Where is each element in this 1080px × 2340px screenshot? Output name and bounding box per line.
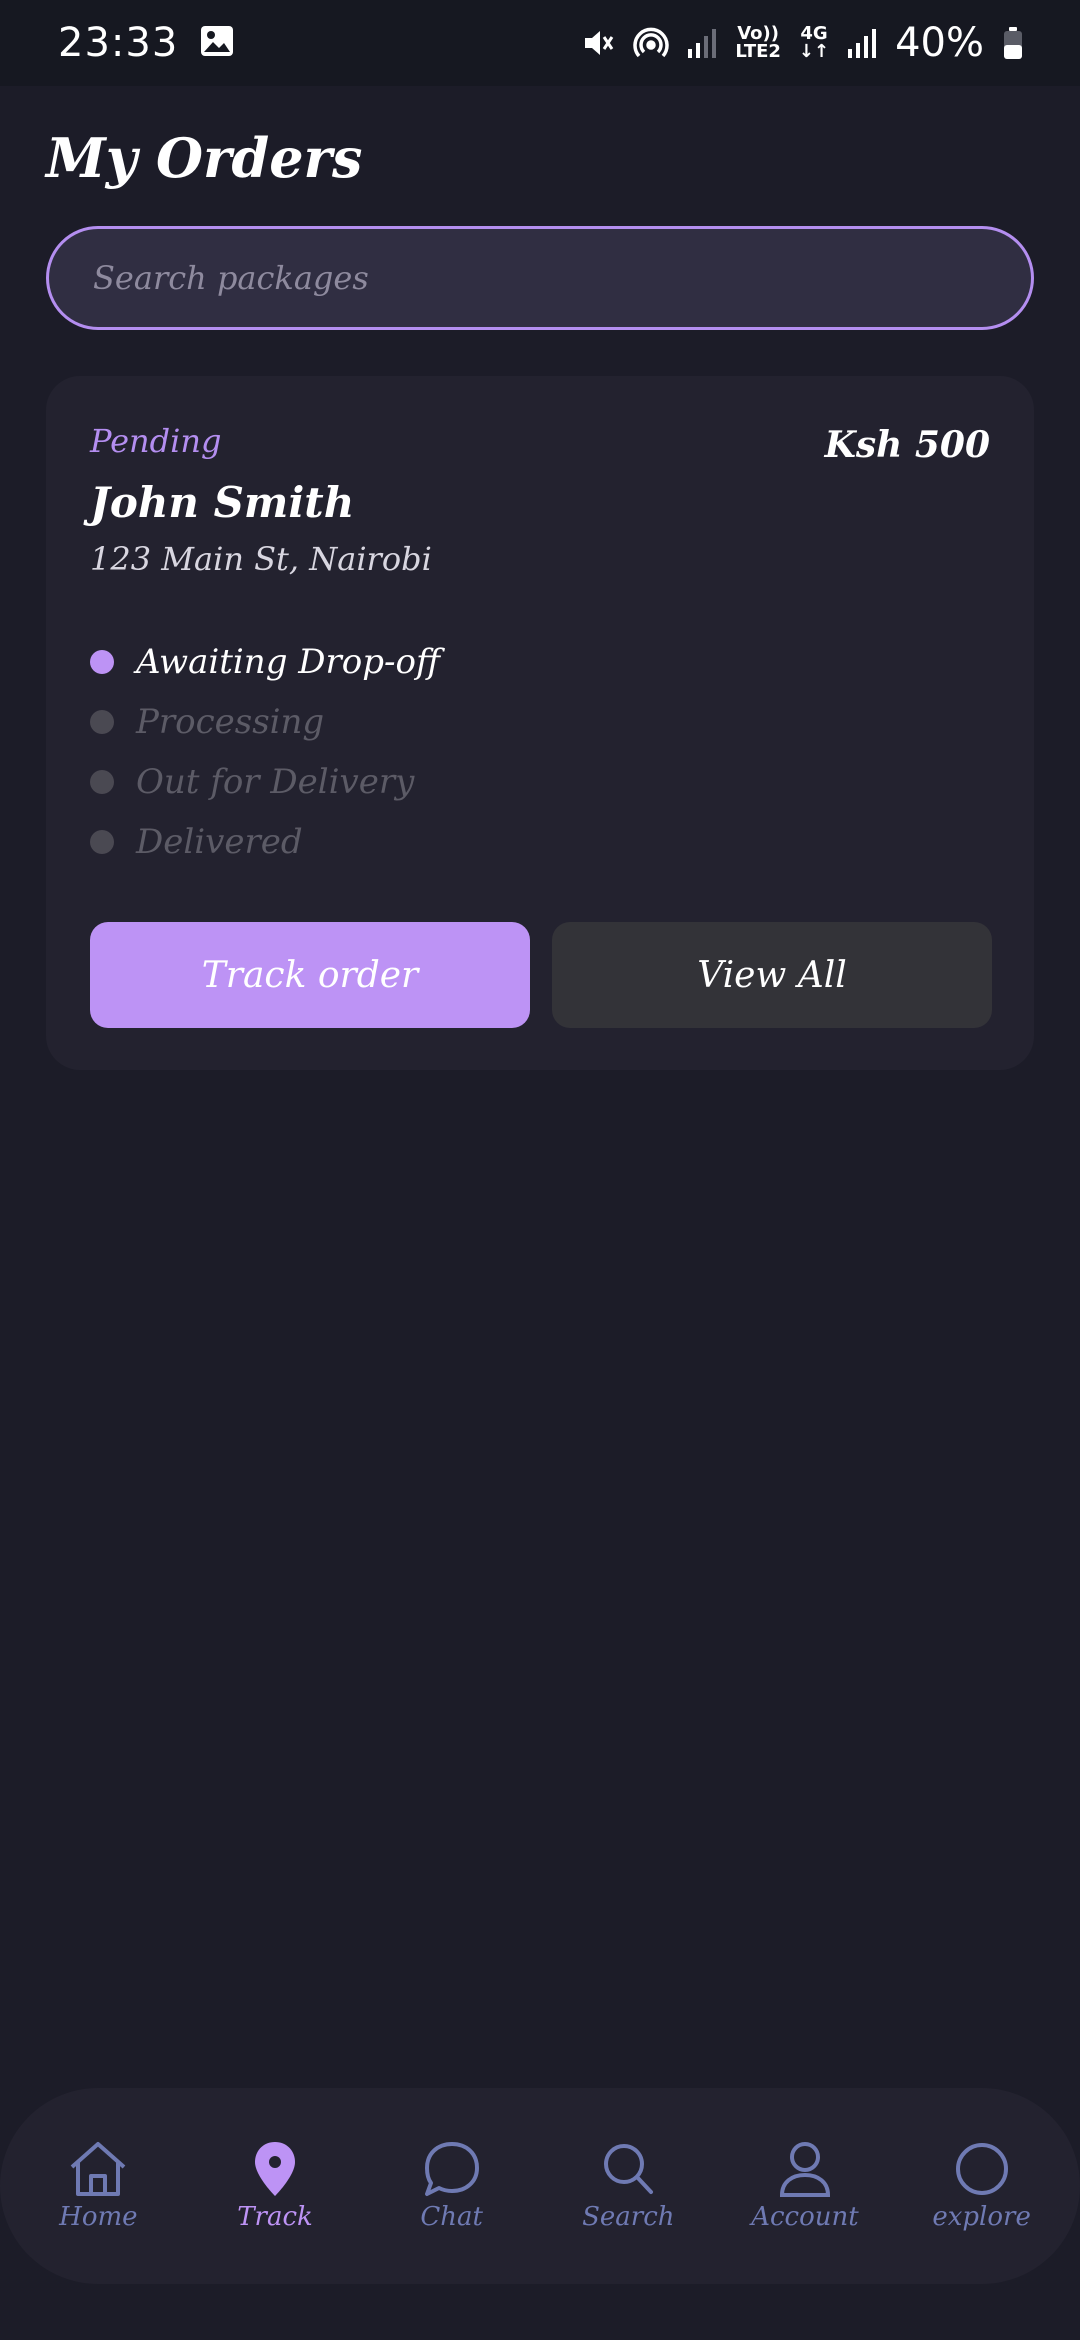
gallery-icon [200, 25, 234, 61]
status-bar: 23:33 Vo)) LTE2 4G ↓↑ 40% [0, 0, 1080, 86]
volte-indicator: Vo)) LTE2 [735, 23, 781, 62]
signal-full-icon [847, 27, 877, 59]
status-time: 23:33 [58, 20, 179, 66]
order-progress-steps: Awaiting Drop-off Processing Out for Del… [90, 632, 440, 872]
step-label: Awaiting Drop-off [136, 642, 441, 682]
progress-step: Awaiting Drop-off [90, 632, 440, 692]
order-price: Ksh 500 [824, 424, 990, 466]
hotspot-icon [633, 25, 670, 61]
nav-label: explore [932, 2202, 1031, 2232]
step-label: Out for Delivery [136, 762, 415, 802]
step-dot-icon [90, 770, 114, 794]
search-bar[interactable] [46, 226, 1034, 330]
location-pin-icon [244, 2140, 306, 2202]
bottom-navigation: Home Track Chat Search Account explore [0, 2088, 1080, 2284]
track-order-button[interactable]: Track order [90, 922, 530, 1028]
nav-label: Account [751, 2202, 859, 2232]
battery-icon [1002, 26, 1024, 60]
view-all-button[interactable]: View All [552, 922, 992, 1028]
network-gen-indicator: 4G ↓↑ [798, 23, 830, 62]
progress-step: Delivered [90, 812, 440, 872]
nav-item-account[interactable]: Account [725, 2140, 885, 2232]
step-dot-icon [90, 710, 114, 734]
nav-label: Home [59, 2202, 138, 2232]
signal-weak-icon [687, 27, 717, 59]
nav-item-home[interactable]: Home [18, 2140, 178, 2232]
explore-icon [951, 2140, 1013, 2202]
nav-label: Track [237, 2202, 313, 2232]
search-input[interactable] [93, 259, 987, 297]
delivery-address: 123 Main St, Nairobi [90, 540, 432, 578]
step-dot-icon [90, 830, 114, 854]
nav-item-track[interactable]: Track [195, 2140, 355, 2232]
home-icon [67, 2140, 129, 2202]
user-icon [774, 2140, 836, 2202]
nav-item-explore[interactable]: explore [902, 2140, 1062, 2232]
progress-step: Out for Delivery [90, 752, 440, 812]
mute-icon [581, 26, 615, 60]
battery-percent: 40% [895, 20, 984, 66]
step-dot-icon [90, 650, 114, 674]
order-status-label: Pending [90, 422, 222, 460]
page-title: My Orders [46, 126, 363, 190]
order-card[interactable]: Pending Ksh 500 John Smith 123 Main St, … [46, 376, 1034, 1070]
step-label: Processing [136, 702, 325, 742]
nav-label: Search [582, 2202, 675, 2232]
nav-label: Chat [420, 2202, 483, 2232]
customer-name: John Smith [90, 478, 355, 527]
search-icon [597, 2140, 659, 2202]
chat-icon [421, 2140, 483, 2202]
progress-step: Processing [90, 692, 440, 752]
nav-item-search[interactable]: Search [548, 2140, 708, 2232]
nav-item-chat[interactable]: Chat [372, 2140, 532, 2232]
step-label: Delivered [136, 822, 303, 862]
